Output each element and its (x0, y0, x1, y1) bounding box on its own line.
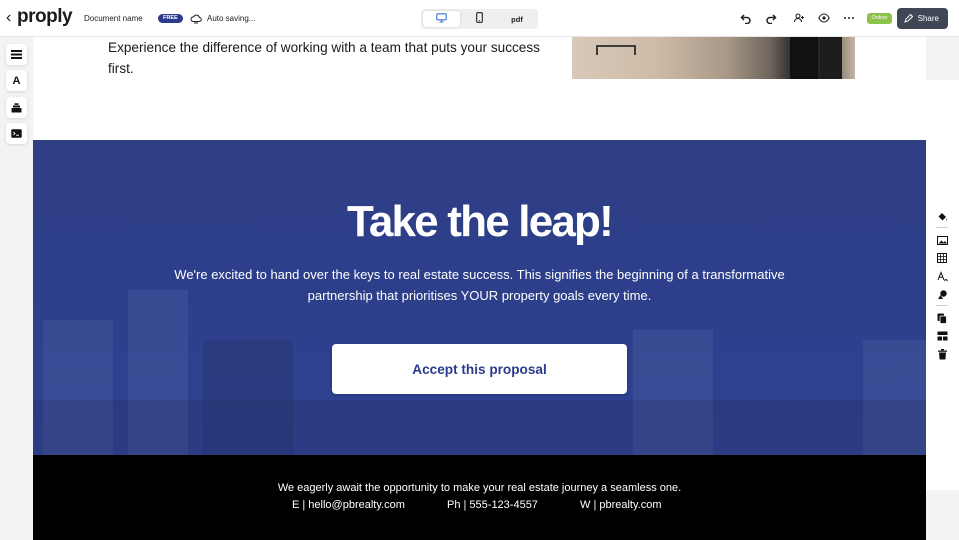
device-toggle: pdf (421, 9, 538, 29)
document-name[interactable]: Document name (84, 14, 143, 23)
mobile-view-button[interactable] (463, 11, 495, 27)
footer-section: We eagerly await the opportunity to make… (33, 455, 926, 540)
right-toolbar (926, 80, 959, 490)
footer-message[interactable]: We eagerly await the opportunity to make… (33, 482, 926, 494)
online-status-badge: Online (867, 13, 892, 24)
toolbar-divider (936, 305, 948, 306)
shapes-icon[interactable] (936, 288, 948, 300)
treeline-silhouette (33, 400, 926, 455)
desktop-view-button[interactable] (423, 11, 460, 27)
editor-root: ‹ proply Document name FREE Auto saving.… (0, 0, 959, 540)
desktop-icon (436, 10, 447, 28)
share-button[interactable]: Share (897, 8, 948, 29)
footer-website[interactable]: W | pbrealty.com (580, 499, 662, 511)
undo-icon[interactable] (739, 11, 753, 25)
pdf-view-button[interactable]: pdf (499, 11, 535, 27)
trash-icon[interactable] (936, 348, 948, 360)
hero-subtitle[interactable]: We're excited to hand over the keys to r… (148, 265, 811, 306)
hero-section[interactable]: Take the leap! We're excited to hand ove… (33, 140, 926, 455)
redo-icon[interactable] (764, 11, 778, 25)
layout-block-icon[interactable] (936, 330, 948, 342)
person-leg-shape (820, 37, 842, 79)
accept-proposal-button[interactable]: Accept this proposal (332, 344, 627, 394)
person-leg-shape (790, 37, 818, 79)
code-icon[interactable] (6, 123, 27, 144)
autosave-status: Auto saving... (207, 14, 256, 23)
share-label: Share (917, 14, 939, 23)
paint-bucket-icon[interactable] (936, 210, 948, 222)
image-icon[interactable] (936, 234, 948, 246)
back-icon[interactable]: ‹ (6, 10, 11, 26)
add-user-icon[interactable] (792, 11, 806, 25)
more-options-icon[interactable] (842, 11, 856, 25)
chair-shape (596, 45, 636, 55)
share-pen-icon (904, 14, 913, 23)
text-icon[interactable]: A (6, 70, 27, 91)
mobile-icon (475, 10, 483, 28)
plan-badge: FREE (158, 14, 183, 23)
intro-text[interactable]: Experience the difference of working wit… (108, 37, 548, 79)
blocks-icon[interactable] (6, 97, 27, 118)
footer-phone[interactable]: Ph | 555-123-4557 (447, 499, 538, 511)
top-bar: ‹ proply Document name FREE Auto saving.… (0, 0, 959, 37)
preview-eye-icon[interactable] (817, 11, 831, 25)
text-style-icon[interactable] (936, 270, 948, 282)
hero-title[interactable]: Take the leap! (33, 197, 926, 247)
proply-logo[interactable]: proply (17, 7, 73, 27)
toolbar-divider (936, 227, 948, 228)
duplicate-icon[interactable] (936, 312, 948, 324)
interior-photo[interactable] (572, 37, 855, 79)
table-icon[interactable] (936, 252, 948, 264)
layout-icon[interactable] (6, 44, 27, 65)
cloud-save-icon (190, 12, 202, 24)
footer-email[interactable]: E | hello@pbrealty.com (292, 499, 405, 511)
